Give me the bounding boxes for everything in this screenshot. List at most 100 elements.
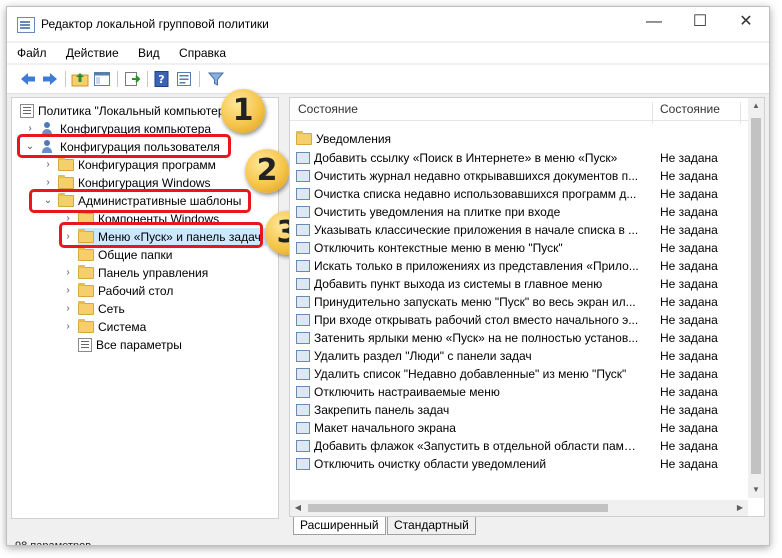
- table-row[interactable]: Отключить настраиваемые меню Не задана: [290, 383, 748, 401]
- folder-icon: [78, 247, 94, 261]
- chevron-right-icon[interactable]: ›: [42, 174, 54, 192]
- column-divider[interactable]: [652, 102, 653, 124]
- all-settings-icon: [78, 338, 92, 352]
- menu-file[interactable]: Файл: [11, 43, 53, 63]
- setting-name: Отключить очистку области уведомлений: [296, 455, 640, 473]
- tree-start-menu-taskbar[interactable]: › Меню «Пуск» и панель задач: [66, 228, 267, 246]
- chevron-right-icon[interactable]: ›: [62, 300, 74, 318]
- show-hide-tree-icon[interactable]: [93, 70, 111, 88]
- back-arrow-icon[interactable]: [19, 70, 37, 88]
- toolbar: ?: [7, 65, 769, 94]
- folder-icon: [78, 301, 94, 315]
- folder-icon: [58, 175, 74, 189]
- list-row-folder[interactable]: Уведомления: [290, 130, 748, 148]
- setting-state: Не задана: [660, 187, 718, 201]
- chevron-right-icon[interactable]: ›: [24, 120, 36, 138]
- table-row[interactable]: Очистить уведомления на плитке при входе…: [290, 203, 748, 221]
- table-row[interactable]: Принудительно запускать меню "Пуск" во в…: [290, 293, 748, 311]
- policy-setting-icon: [296, 188, 310, 200]
- close-button[interactable]: ✕: [723, 7, 769, 37]
- chevron-right-icon[interactable]: ›: [62, 282, 74, 300]
- policy-setting-icon: [296, 152, 310, 164]
- tree-admin-templates[interactable]: ⌄ Административные шаблоны: [44, 192, 241, 210]
- menu-help[interactable]: Справка: [173, 43, 232, 63]
- scroll-left-icon[interactable]: ◀: [290, 500, 306, 516]
- table-row[interactable]: Закрепить панель задач Не задана: [290, 401, 748, 419]
- tree-user-config-label: Конфигурация пользователя: [60, 140, 220, 154]
- scroll-down-icon[interactable]: ▼: [748, 482, 764, 498]
- table-row[interactable]: Указывать классические приложения в нача…: [290, 221, 748, 239]
- forward-arrow-icon[interactable]: [41, 70, 59, 88]
- folder-up-icon[interactable]: [71, 70, 89, 88]
- tree-shared-folders[interactable]: Общие папки: [78, 246, 172, 264]
- table-row[interactable]: Макет начального экрана Не задана: [290, 419, 748, 437]
- table-row[interactable]: Добавить флажок «Запустить в отдельной о…: [290, 437, 748, 455]
- tree-windows-settings[interactable]: › Конфигурация Windows: [46, 174, 211, 192]
- setting-label: Очистить журнал недавно открывавшихся до…: [314, 169, 639, 183]
- menu-action[interactable]: Действие: [60, 43, 125, 63]
- export-list-icon[interactable]: [123, 70, 141, 88]
- table-row[interactable]: Добавить пункт выхода из системы в главн…: [290, 275, 748, 293]
- setting-name: При входе открывать рабочий стол вместо …: [296, 311, 640, 329]
- computer-config-icon: [40, 122, 56, 136]
- horizontal-scrollbar[interactable]: ◀ ▶: [290, 500, 748, 516]
- tree-all-settings[interactable]: Все параметры: [78, 336, 182, 354]
- table-row[interactable]: Удалить список "Недавно добавленные" из …: [290, 365, 748, 383]
- setting-name: Очистить уведомления на плитке при входе: [296, 203, 640, 221]
- tree-user-config[interactable]: ⌄ Конфигурация пользователя: [26, 138, 220, 156]
- list-header: Состояние Состояние: [290, 98, 748, 124]
- folder-icon: [78, 283, 94, 297]
- scroll-up-icon[interactable]: ▲: [748, 98, 764, 114]
- table-row[interactable]: Искать только в приложениях из представл…: [290, 257, 748, 275]
- setting-state: Не задана: [660, 403, 718, 417]
- setting-label: Отключить очистку области уведомлений: [314, 457, 547, 471]
- table-row[interactable]: Затенить ярлыки меню «Пуск» на не полнос…: [290, 329, 748, 347]
- column-header-state[interactable]: Состояние: [660, 102, 720, 116]
- column-header-name[interactable]: Состояние: [298, 102, 358, 116]
- vertical-scrollbar[interactable]: ▲ ▼: [748, 98, 764, 498]
- tab-extended[interactable]: Расширенный: [293, 517, 386, 535]
- tab-standard[interactable]: Стандартный: [387, 517, 476, 535]
- policy-setting-icon: [296, 296, 310, 308]
- setting-label: Отключить контекстные меню в меню "Пуск": [314, 241, 563, 255]
- properties-icon[interactable]: [175, 70, 193, 88]
- help-icon[interactable]: ?: [153, 70, 171, 88]
- setting-state: Не задана: [660, 385, 718, 399]
- setting-label: Добавить ссылку «Поиск в Интернете» в ме…: [314, 151, 618, 165]
- chevron-right-icon[interactable]: ›: [62, 264, 74, 282]
- setting-label: Принудительно запускать меню "Пуск" во в…: [314, 295, 636, 309]
- table-row[interactable]: Очистить журнал недавно открывавшихся до…: [290, 167, 748, 185]
- horizontal-scroll-thumb[interactable]: [308, 504, 608, 512]
- chevron-right-icon[interactable]: ›: [62, 318, 74, 336]
- table-row[interactable]: Очистка списка недавно использовавшихся …: [290, 185, 748, 203]
- maximize-button[interactable]: ☐: [677, 7, 723, 37]
- setting-state: Не задана: [660, 259, 718, 273]
- chevron-down-icon[interactable]: ⌄: [24, 138, 36, 156]
- table-row[interactable]: Добавить ссылку «Поиск в Интернете» в ме…: [290, 149, 748, 167]
- chevron-right-icon[interactable]: ›: [62, 210, 74, 228]
- tree-software-settings[interactable]: › Конфигурация программ: [46, 156, 216, 174]
- chevron-right-icon[interactable]: ›: [62, 228, 74, 246]
- tree-network[interactable]: › Сеть: [66, 300, 125, 318]
- tree-root[interactable]: Политика "Локальный компьютер": [20, 102, 229, 120]
- scroll-right-icon[interactable]: ▶: [732, 500, 748, 516]
- tree-desktop-label: Рабочий стол: [98, 284, 174, 298]
- chevron-right-icon[interactable]: ›: [42, 156, 54, 174]
- tree-desktop[interactable]: › Рабочий стол: [66, 282, 174, 300]
- tree-computer-config[interactable]: › Конфигурация компьютера: [28, 120, 211, 138]
- computer-policy-icon: [20, 104, 34, 118]
- vertical-scroll-thumb[interactable]: [751, 118, 761, 474]
- tree-control-panel[interactable]: › Панель управления: [66, 264, 208, 282]
- minimize-button[interactable]: —: [631, 7, 677, 37]
- menu-view[interactable]: Вид: [132, 43, 166, 63]
- tree-windows-components[interactable]: › Компоненты Windows: [66, 210, 219, 228]
- setting-state: Не задана: [660, 367, 718, 381]
- chevron-down-icon[interactable]: ⌄: [42, 192, 54, 210]
- table-row[interactable]: При входе открывать рабочий стол вместо …: [290, 311, 748, 329]
- tree-system[interactable]: › Система: [66, 318, 146, 336]
- column-divider[interactable]: [740, 102, 741, 124]
- filter-icon[interactable]: [207, 70, 225, 88]
- table-row[interactable]: Отключить очистку области уведомлений Не …: [290, 455, 748, 473]
- table-row[interactable]: Удалить раздел "Люди" с панели задач Не з…: [290, 347, 748, 365]
- table-row[interactable]: Отключить контекстные меню в меню "Пуск"…: [290, 239, 748, 257]
